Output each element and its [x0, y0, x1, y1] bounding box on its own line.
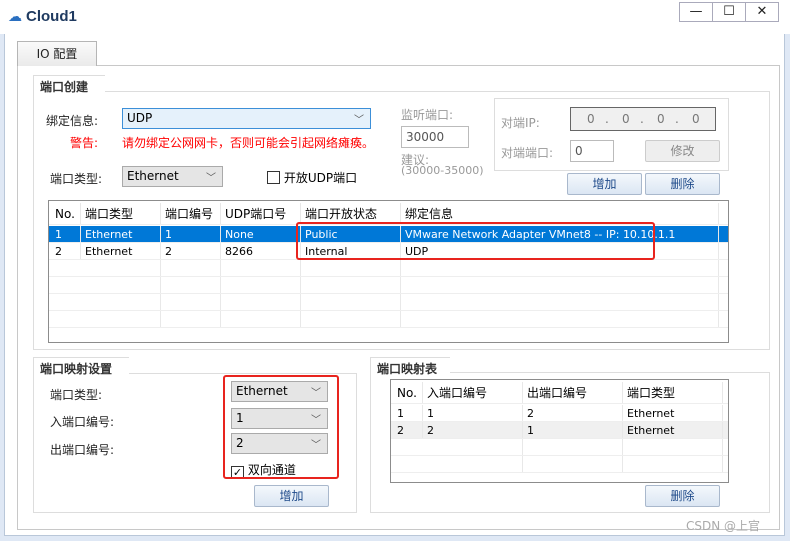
peer-ip-label: 对端IP: [501, 116, 540, 130]
delete-mapping-button[interactable]: 删除 [645, 485, 720, 507]
chevron-down-icon: ﹀ [206, 173, 216, 184]
column-header[interactable]: No. [51, 203, 81, 224]
peer-port-label: 对端端口: [501, 146, 554, 160]
column-header[interactable]: 入端口编号 [423, 382, 523, 403]
column-header[interactable]: 端口类型 [81, 203, 161, 224]
ip-octet: 0 [692, 112, 700, 126]
map-port-type-label: 端口类型: [50, 388, 103, 402]
modify-button[interactable]: 修改 [645, 140, 720, 162]
column-header[interactable]: No. [393, 382, 423, 403]
cell-port-number: 1 [161, 226, 221, 242]
out-port-label: 出端口编号: [50, 443, 115, 457]
highlight-box [296, 222, 655, 260]
column-header[interactable]: 出端口编号 [523, 382, 623, 403]
table-row[interactable]: 1 1 2 Ethernet [391, 405, 728, 422]
cell-in-port: 2 [423, 422, 523, 438]
add-mapping-button[interactable]: 增加 [254, 485, 329, 507]
cell-no: 2 [51, 243, 81, 259]
cloud-app-icon: ☁ [8, 9, 22, 25]
port-type-select[interactable]: Ethernet ﹀ [122, 166, 223, 187]
column-header[interactable]: 绑定信息 [401, 203, 719, 224]
in-port-label: 入端口编号: [50, 415, 115, 429]
column-header[interactable]: 端口开放状态 [301, 203, 401, 224]
port-type-label: 端口类型: [50, 172, 103, 186]
open-udp-checkbox[interactable]: 开放UDP端口 [267, 169, 357, 186]
cell-udp-port: 8266 [221, 243, 301, 259]
peer-port-input[interactable]: 0 [570, 140, 614, 162]
window-title: Cloud1 [26, 8, 77, 25]
cell-port-type: Ethernet [623, 422, 723, 438]
cell-port-type: Ethernet [81, 243, 161, 259]
open-udp-label: 开放UDP端口 [283, 171, 358, 185]
table-row[interactable]: 2 2 1 Ethernet [391, 422, 728, 439]
bind-info-value: UDP [127, 111, 153, 125]
mapping-settings-title: 端口映射设置 [33, 357, 129, 376]
cell-udp-port: None [221, 226, 301, 242]
column-header[interactable]: 端口类型 [623, 382, 723, 403]
tab-io-config[interactable]: IO 配置 [17, 41, 97, 66]
port-creation-title: 端口创建 [33, 75, 105, 94]
table-header: No. 入端口编号 出端口编号 端口类型 [391, 382, 728, 404]
cell-port-type: Ethernet [81, 226, 161, 242]
bind-info-select[interactable]: UDP ﹀ [122, 108, 371, 129]
suggest-range: (30000-35000) [401, 164, 484, 177]
listen-port-input[interactable]: 30000 [401, 126, 469, 148]
cell-port-type: Ethernet [623, 405, 723, 421]
watermark: CSDN @上官 [686, 519, 761, 533]
peer-ip-input[interactable]: 0 . 0 . 0 . 0 [570, 107, 716, 131]
close-button[interactable]: ✕ [745, 2, 779, 22]
add-port-button[interactable]: 增加 [567, 173, 642, 195]
ip-octet: 0 [622, 112, 630, 126]
mapping-table: No. 入端口编号 出端口编号 端口类型 1 1 2 Ethernet 2 2 … [390, 379, 729, 483]
warning-text: 请勿绑定公网网卡，否则可能会引起网络瘫痪。 [122, 136, 375, 150]
column-header[interactable]: 端口编号 [161, 203, 221, 224]
warning-label: 警告: [70, 136, 99, 150]
maximize-button[interactable]: ☐ [712, 2, 746, 22]
minimize-button[interactable]: — [679, 2, 713, 22]
chevron-down-icon: ﹀ [354, 115, 364, 126]
listen-port-label: 监听端口: [401, 108, 454, 122]
cell-in-port: 1 [423, 405, 523, 421]
mapping-table-title: 端口映射表 [370, 357, 450, 376]
delete-port-button[interactable]: 删除 [645, 173, 720, 195]
cell-port-number: 2 [161, 243, 221, 259]
cell-no: 1 [51, 226, 81, 242]
bind-info-label: 绑定信息: [46, 114, 99, 128]
title-bar: ☁ Cloud1 — ☐ ✕ [0, 0, 790, 34]
highlight-box [223, 375, 339, 479]
cell-out-port: 1 [523, 422, 623, 438]
cell-out-port: 2 [523, 405, 623, 421]
cell-no: 2 [393, 422, 423, 438]
cell-no: 1 [393, 405, 423, 421]
ip-octet: 0 [657, 112, 665, 126]
column-header[interactable]: UDP端口号 [221, 203, 301, 224]
ip-octet: 0 [587, 112, 595, 126]
port-type-value: Ethernet [127, 169, 179, 183]
